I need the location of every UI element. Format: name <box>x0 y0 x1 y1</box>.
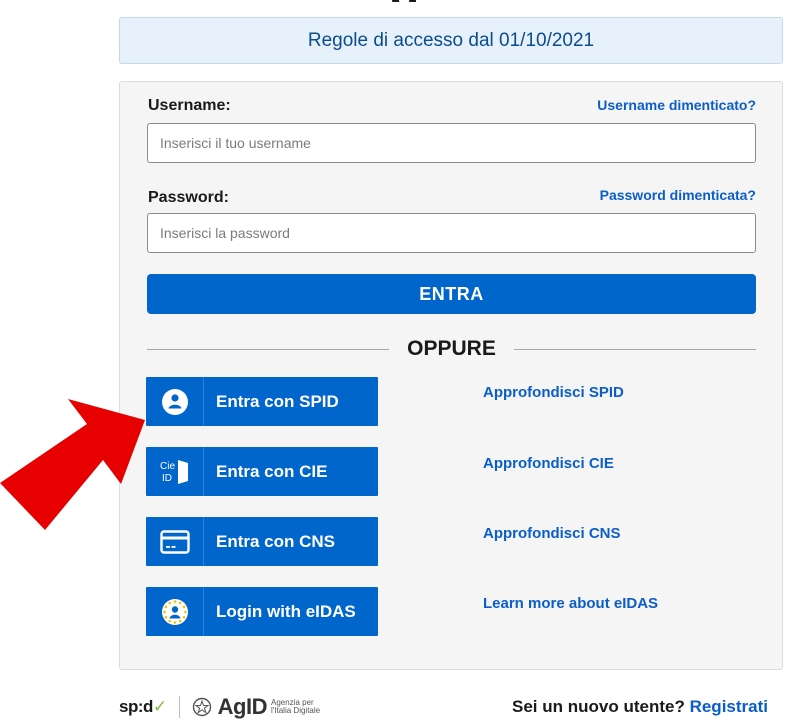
or-divider: OPPURE <box>147 336 756 362</box>
cns-login-label: Entra con CNS <box>216 531 336 551</box>
learn-more-cie-link[interactable]: Approfondisci CIE <box>483 455 614 472</box>
spid-logo-suffix: d <box>143 697 153 716</box>
eidas-login-label: Login with eIDAS <box>216 601 356 621</box>
login-page: g Regole di accesso dal 01/10/2021 Usern… <box>0 0 787 720</box>
access-rules-banner[interactable]: Regole di accesso dal 01/10/2021 <box>119 17 783 64</box>
learn-more-cns-link[interactable]: Approfondisci CNS <box>483 525 621 542</box>
cie-login-button[interactable]: Cie ID Entra con CIE <box>146 447 378 496</box>
password-label: Password: <box>148 189 229 206</box>
access-rules-link[interactable]: Regole di accesso dal 01/10/2021 <box>308 30 594 52</box>
enter-button[interactable]: ENTRA <box>147 274 756 314</box>
agid-subtitle: Agenzia per l'Italia Digitale <box>271 699 331 715</box>
spid-check-icon: ✓ <box>152 697 167 716</box>
or-text: OPPURE <box>407 337 496 360</box>
page-title-fragment: g <box>390 0 460 2</box>
agid-logo: AgID Agenzia per l'Italia Digitale <box>192 694 331 720</box>
agid-mark: AgID <box>217 694 268 719</box>
eidas-icon <box>146 587 204 636</box>
learn-more-eidas-link[interactable]: Learn more about eIDAS <box>483 595 658 612</box>
new-user-prompt: Sei un nuovo utente? Registrati <box>512 697 768 717</box>
cie-login-label: Entra con CIE <box>216 461 328 481</box>
spid-logo-prefix: sp <box>119 697 138 716</box>
spid-login-label: Entra con SPID <box>216 391 339 411</box>
login-card: Username: Username dimenticato? Password… <box>119 81 783 670</box>
agid-subtitle-line-2: l'Italia Digitale <box>270 706 321 715</box>
register-link[interactable]: Registrati <box>690 697 768 716</box>
italian-emblem-icon <box>192 697 211 717</box>
page-title-text: g <box>390 0 460 2</box>
learn-more-spid-link[interactable]: Approfondisci SPID <box>483 384 624 401</box>
eidas-login-button[interactable]: Login with eIDAS <box>146 587 378 636</box>
red-arrow-icon <box>0 399 145 530</box>
forgot-password-link[interactable]: Password dimenticata? <box>600 187 756 203</box>
username-input[interactable] <box>147 123 756 163</box>
logo-separator <box>178 696 180 718</box>
cns-login-button[interactable]: Entra con CNS <box>146 517 378 566</box>
divider-line-left <box>147 348 390 350</box>
forgot-username-link[interactable]: Username dimenticato? <box>597 97 756 113</box>
divider-line-right <box>513 348 756 350</box>
username-label: Username: <box>148 97 231 114</box>
footer-logos: sp:d✓ AgID Agenzia per l'Italia Digitale <box>119 694 331 720</box>
spid-login-button[interactable]: Entra con SPID <box>146 377 378 426</box>
password-input[interactable] <box>147 213 756 253</box>
spid-logo: sp:d✓ <box>119 697 167 717</box>
new-user-text: Sei un nuovo utente? <box>512 697 685 716</box>
